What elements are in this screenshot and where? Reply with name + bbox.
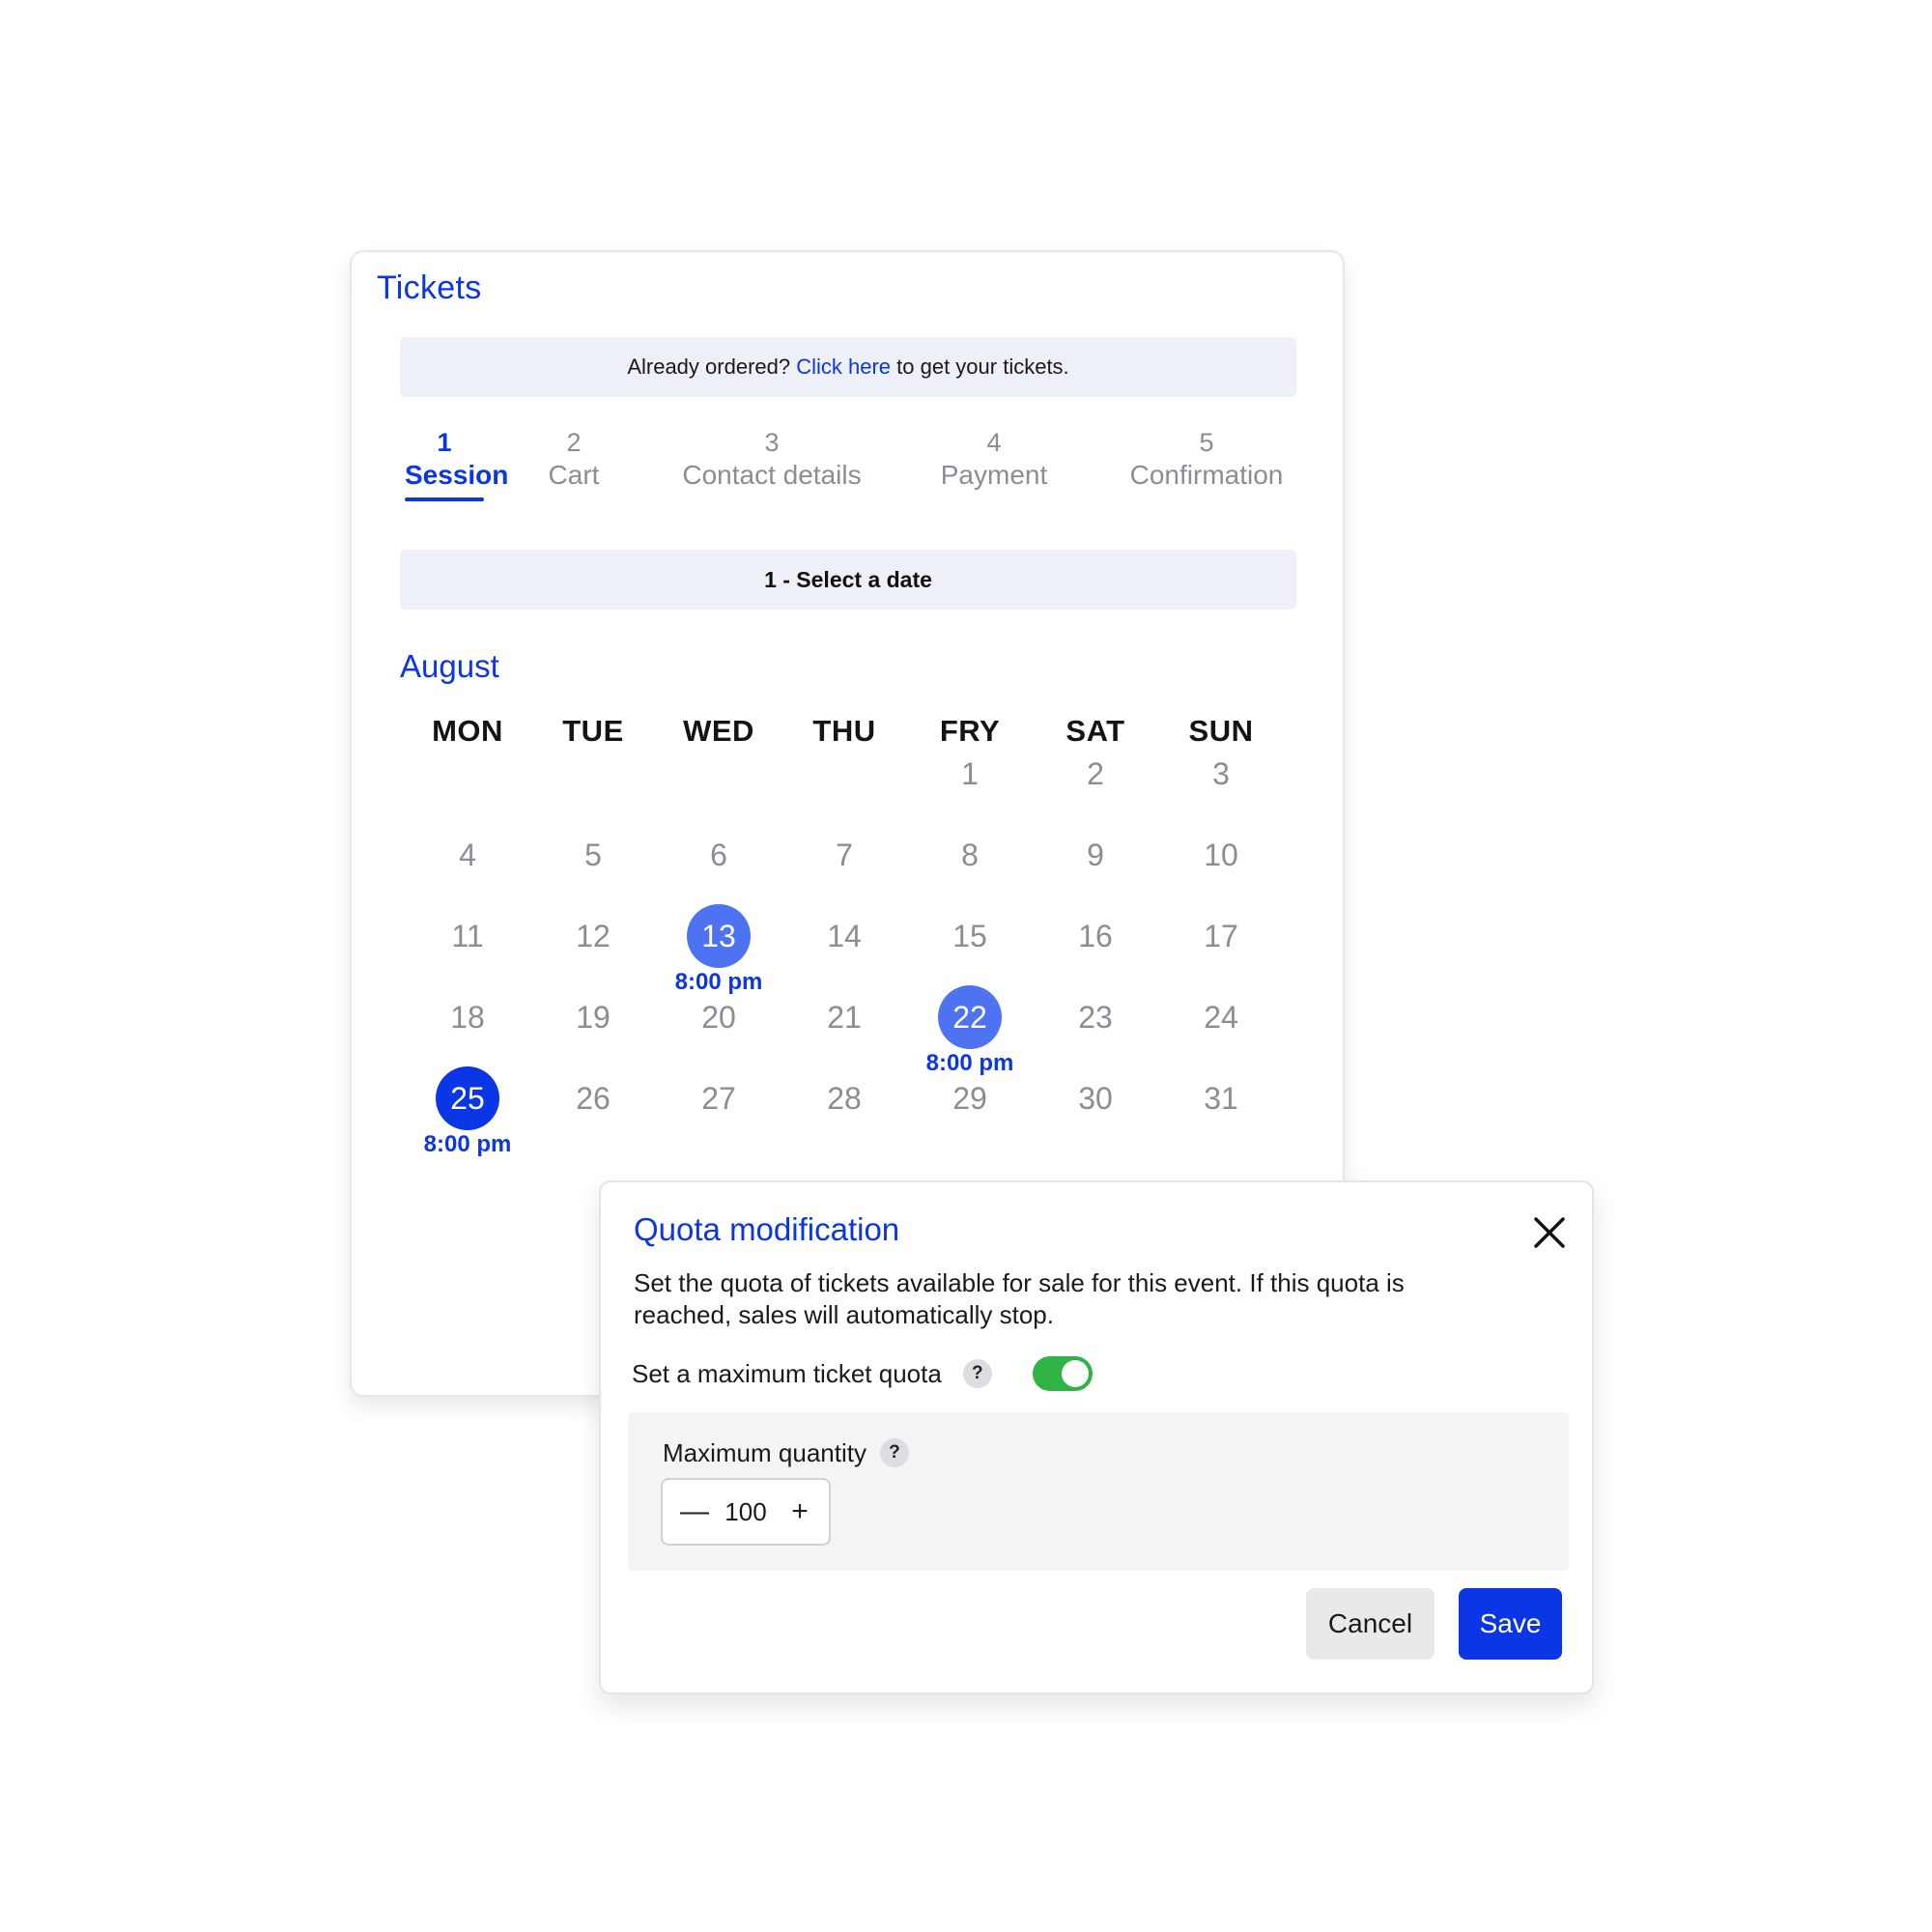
question-mark-icon[interactable]: ? xyxy=(879,1438,909,1467)
step-payment[interactable]: 4 Payment xyxy=(917,426,1071,492)
quantity-panel: Maximum quantity ? — + xyxy=(628,1412,1569,1571)
calendar-day-session[interactable]: 22 xyxy=(938,985,1002,1049)
calendar-day-session[interactable]: 25 xyxy=(436,1066,499,1130)
checkout-stepper: 1 Session 2 Cart 3 Contact details 4 Pay… xyxy=(400,426,1298,513)
session-time[interactable]: 8:00 pm xyxy=(400,1131,535,1158)
calendar-day: 20 xyxy=(701,999,736,1035)
calendar-day: 4 xyxy=(459,837,476,872)
quantity-label-row: Maximum quantity ? xyxy=(663,1435,909,1470)
step-label: Contact details xyxy=(682,460,862,490)
select-date-header: 1 - Select a date xyxy=(400,550,1296,610)
step-contact-details[interactable]: 3 Contact details xyxy=(661,426,883,492)
calendar-day: 10 xyxy=(1204,837,1238,872)
calendar-day: 17 xyxy=(1204,918,1238,953)
calendar-day: 21 xyxy=(827,999,862,1035)
calendar-day: 23 xyxy=(1078,999,1113,1035)
step-number: 3 xyxy=(764,428,780,457)
calendar-day: 16 xyxy=(1078,918,1113,953)
calendar-day: 18 xyxy=(450,999,485,1035)
step-number: 2 xyxy=(566,428,582,457)
calendar-day: 3 xyxy=(1212,755,1230,791)
step-label: Payment xyxy=(940,460,1048,490)
toggle-knob xyxy=(1061,1360,1089,1387)
save-button[interactable]: Save xyxy=(1459,1588,1562,1660)
weekday-label: MON xyxy=(432,714,503,748)
max-quota-label: Set a maximum ticket quota xyxy=(632,1358,942,1388)
calendar-day: 31 xyxy=(1204,1080,1238,1116)
calendar-day: 28 xyxy=(827,1080,862,1116)
step-confirmation[interactable]: 5 Confirmation xyxy=(1110,426,1303,492)
close-icon[interactable] xyxy=(1528,1211,1571,1254)
weekday-label: TUE xyxy=(562,714,624,748)
tickets-title: Tickets xyxy=(377,270,482,306)
quantity-label: Maximum quantity xyxy=(663,1437,867,1467)
quantity-input[interactable] xyxy=(710,1495,781,1528)
step-number: 5 xyxy=(1199,428,1214,457)
calendar-day: 24 xyxy=(1204,999,1238,1035)
modal-title: Quota modification xyxy=(634,1211,900,1247)
max-quota-toggle[interactable] xyxy=(1032,1356,1093,1391)
quota-modal: Quota modification Set the quota of tick… xyxy=(599,1180,1594,1694)
step-label: Cart xyxy=(548,460,600,490)
step-number: 4 xyxy=(986,428,1002,457)
step-session[interactable]: 1 Session xyxy=(405,426,509,501)
plus-icon[interactable]: + xyxy=(788,1497,811,1526)
calendar-day: 19 xyxy=(576,999,611,1035)
step-label: Session xyxy=(405,460,509,490)
question-mark-icon[interactable]: ? xyxy=(962,1359,992,1388)
calendar-day: 5 xyxy=(584,837,602,872)
click-here-link[interactable]: Click here xyxy=(796,355,891,380)
quantity-stepper: — + xyxy=(661,1478,831,1546)
max-quota-row: Set a maximum ticket quota ? xyxy=(632,1354,1093,1393)
banner-text-prefix: Already ordered? xyxy=(627,355,797,379)
weekday-label: THU xyxy=(812,714,876,748)
step-label: Confirmation xyxy=(1129,460,1284,490)
calendar-day: 2 xyxy=(1087,755,1104,791)
already-ordered-banner: Already ordered? Click here to get your … xyxy=(400,337,1296,397)
calendar-day: 7 xyxy=(836,837,853,872)
calendar-day: 27 xyxy=(701,1080,736,1116)
calendar-day-session[interactable]: 13 xyxy=(687,904,751,968)
weekday-label: WED xyxy=(683,714,754,748)
step-cart[interactable]: 2 Cart xyxy=(530,426,617,492)
modal-description: Set the quota of tickets available for s… xyxy=(634,1268,1405,1329)
calendar-day: 15 xyxy=(952,918,987,953)
calendar-day: 12 xyxy=(576,918,611,953)
month-label: August xyxy=(400,648,499,684)
calendar-day: 6 xyxy=(710,837,727,872)
calendar-day: 11 xyxy=(451,918,484,953)
calendar-day: 8 xyxy=(961,837,979,872)
calendar-day: 29 xyxy=(952,1080,987,1116)
minus-icon[interactable]: — xyxy=(680,1497,709,1526)
banner-text-suffix: to get your tickets. xyxy=(891,355,1069,379)
calendar-day: 9 xyxy=(1087,837,1104,872)
calendar-day: 14 xyxy=(827,918,862,953)
calendar-day: 26 xyxy=(576,1080,611,1116)
calendar-day: 1 xyxy=(961,755,979,791)
cancel-button[interactable]: Cancel xyxy=(1306,1588,1435,1660)
calendar-day: 30 xyxy=(1078,1080,1113,1116)
step-number: 1 xyxy=(437,428,452,457)
